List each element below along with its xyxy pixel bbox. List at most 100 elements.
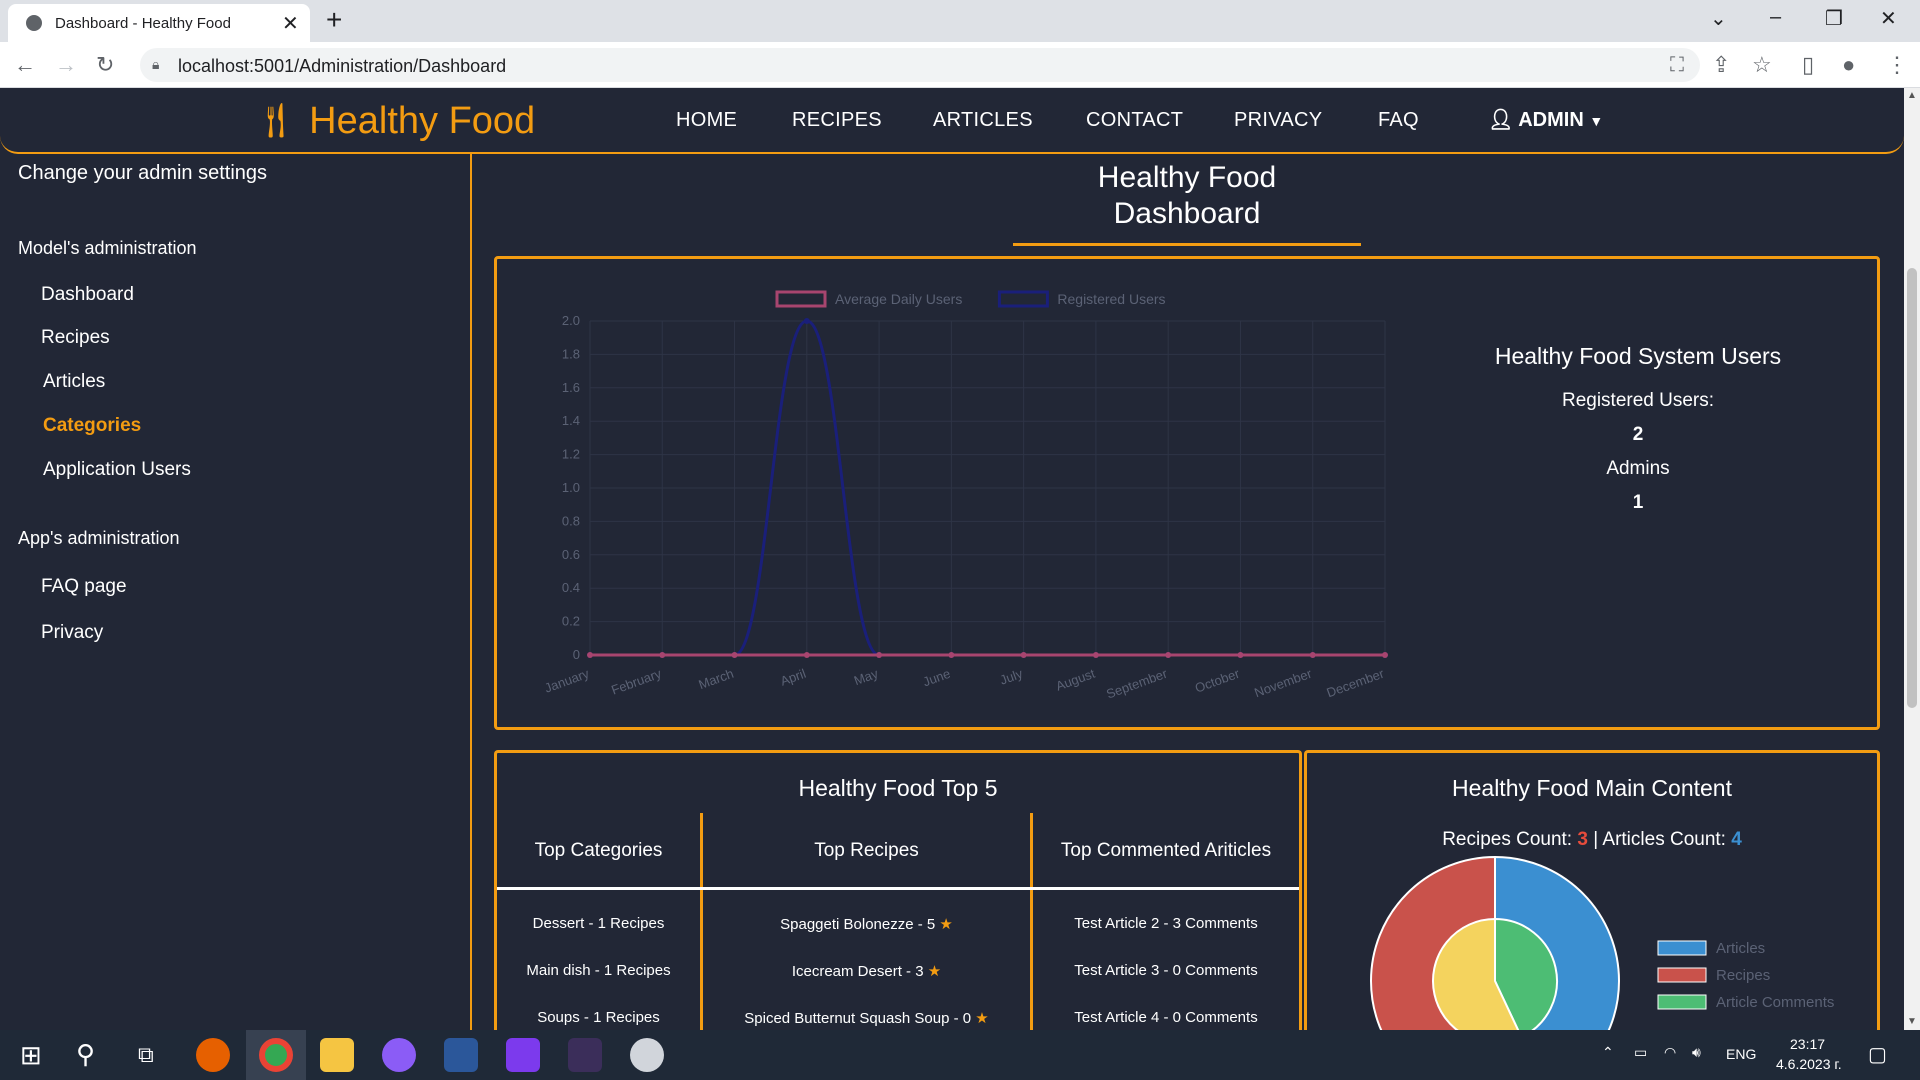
- reload-icon[interactable]: ↻: [96, 52, 114, 78]
- page-scrollbar[interactable]: ▲ ▼: [1904, 88, 1920, 1030]
- y-tick-label: 1.4: [562, 413, 580, 428]
- legend-label: Average Daily Users: [835, 291, 962, 307]
- profile-icon[interactable]: ●: [1842, 52, 1855, 78]
- notifications-icon[interactable]: ▢: [1868, 1042, 1887, 1067]
- restore-icon[interactable]: ❐: [1825, 6, 1843, 31]
- nav-contact[interactable]: CONTACT: [1086, 109, 1183, 132]
- star-icon: ★: [975, 1010, 989, 1027]
- col-header-top-articles: Top Commented Ariticles: [1060, 840, 1272, 861]
- sidebar-heading-models: Model's administration: [18, 238, 197, 258]
- y-tick-label: 1.6: [562, 380, 580, 395]
- forward-icon[interactable]: →: [55, 52, 77, 78]
- windows-start-icon[interactable]: ⊞: [20, 1040, 42, 1071]
- scroll-up-icon[interactable]: ▲: [1907, 90, 1917, 101]
- sidebar-item-faq[interactable]: FAQ page: [41, 576, 127, 598]
- volume-icon[interactable]: 🔊︎: [1692, 1044, 1701, 1061]
- series-point: [1237, 652, 1244, 658]
- x-tick-label: January: [542, 666, 591, 696]
- y-tick-label: 1.8: [562, 346, 580, 361]
- series-point: [803, 652, 810, 658]
- clock-date[interactable]: 4.6.2023 г.: [1776, 1056, 1842, 1072]
- top-category-item: Dessert - 1 Recipes: [532, 915, 665, 932]
- browser-menu-icon[interactable]: ⋮: [1886, 52, 1908, 78]
- admins-label: Admins: [1606, 458, 1670, 479]
- minimize-icon[interactable]: –: [1770, 6, 1781, 29]
- sidebar-item-recipes[interactable]: Recipes: [41, 327, 110, 349]
- nav-faq[interactable]: FAQ: [1378, 109, 1419, 132]
- back-icon[interactable]: ←: [14, 52, 36, 78]
- top-recipe-item: Spaggeti Bolonezze - 5 ★: [780, 916, 953, 933]
- chrome-icon[interactable]: [259, 1038, 293, 1072]
- firefox-icon[interactable]: [196, 1038, 230, 1072]
- col-header-top-categories: Top Categories: [534, 840, 663, 861]
- y-tick-label: 1.2: [562, 447, 580, 462]
- page-title: Healthy Food Dashboard: [1097, 161, 1277, 230]
- new-tab-icon[interactable]: +: [326, 4, 342, 36]
- side-panel-icon[interactable]: ▯: [1802, 52, 1814, 78]
- top-article-item: Test Article 3 - 0 Comments: [1074, 962, 1258, 979]
- legend-swatch: [775, 290, 827, 308]
- top-article-item: Test Article 4 - 0 Comments: [1074, 1009, 1258, 1026]
- top-category-item: Main dish - 1 Recipes: [526, 962, 671, 979]
- nav-privacy[interactable]: PRIVACY: [1234, 109, 1322, 132]
- paint-icon[interactable]: [630, 1038, 664, 1072]
- legend-swatch: [1657, 940, 1707, 956]
- site-favicon-icon: [26, 15, 42, 31]
- y-tick-label: 0.2: [562, 614, 580, 629]
- url-bar[interactable]: 🔒︎ localhost:5001/Administration/Dashboa…: [140, 48, 1700, 82]
- sidebar-item-dashboard[interactable]: Dashboard: [41, 284, 134, 306]
- main-content-title: Healthy Food Main Content: [1452, 775, 1732, 801]
- battery-icon[interactable]: ▭: [1634, 1044, 1647, 1061]
- address-toolbar: ← → ↻ 🔒︎ localhost:5001/Administration/D…: [0, 42, 1920, 88]
- sidebar-item-privacy[interactable]: Privacy: [41, 622, 103, 644]
- x-tick-label: April: [778, 666, 808, 689]
- file-explorer-icon[interactable]: [320, 1038, 354, 1072]
- fork-knife-icon: 🍴︎: [254, 102, 298, 140]
- sidebar-item-categories[interactable]: Categories: [43, 415, 141, 437]
- tray-chevron-icon[interactable]: ⌃: [1602, 1044, 1614, 1061]
- legend-label: Article Comments: [1716, 994, 1834, 1011]
- terminal-icon[interactable]: [568, 1038, 602, 1072]
- nav-recipes[interactable]: RECIPES: [792, 109, 882, 132]
- x-tick-label: October: [1193, 665, 1242, 695]
- registered-users-label: Registered Users:: [1561, 390, 1715, 411]
- top-article-item: Test Article 2 - 3 Comments: [1074, 915, 1258, 932]
- series-point: [1165, 652, 1172, 658]
- admins-value: 1: [1632, 492, 1644, 513]
- share-icon[interactable]: ⇪: [1712, 52, 1730, 78]
- translate-icon[interactable]: ⛶: [1670, 54, 1684, 77]
- sidebar-item-application-users[interactable]: Application Users: [43, 459, 191, 481]
- x-tick-label: July: [998, 666, 1025, 688]
- sidebar-intro: Change your admin settings: [18, 162, 268, 184]
- task-view-icon[interactable]: ⧉: [138, 1042, 154, 1068]
- url-text: localhost:5001/Administration/Dashboard: [178, 56, 507, 76]
- star-icon: ★: [939, 916, 953, 933]
- wifi-icon[interactable]: ◠: [1664, 1044, 1676, 1061]
- visual-studio-icon[interactable]: [506, 1038, 540, 1072]
- tab-search-icon[interactable]: ⌄: [1710, 6, 1727, 31]
- github-desktop-icon[interactable]: [382, 1038, 416, 1072]
- system-users-title: Healthy Food System Users: [1494, 343, 1782, 369]
- nav-articles[interactable]: ARTICLES: [933, 109, 1033, 132]
- series-point: [1309, 652, 1316, 658]
- sidebar-item-articles[interactable]: Articles: [43, 371, 105, 393]
- language-indicator[interactable]: ENG: [1726, 1046, 1756, 1062]
- nav-home[interactable]: HOME: [676, 109, 737, 132]
- top-recipe-item: Icecream Desert - 3 ★: [791, 963, 942, 980]
- search-icon[interactable]: ⚲: [76, 1039, 95, 1070]
- browser-tab[interactable]: Dashboard - Healthy Food ✕: [8, 4, 310, 42]
- close-tab-icon[interactable]: ✕: [282, 11, 299, 36]
- bookmark-star-icon[interactable]: ☆: [1752, 52, 1772, 78]
- word-icon[interactable]: [444, 1038, 478, 1072]
- legend-label: Registered Users: [1057, 291, 1165, 307]
- y-tick-label: 0.8: [562, 513, 580, 528]
- close-window-icon[interactable]: ✕: [1880, 6, 1897, 31]
- clock-time[interactable]: 23:17: [1790, 1036, 1825, 1052]
- admin-dropdown[interactable]: 👤︎ ADMIN ▼: [1488, 107, 1603, 132]
- series-point: [803, 318, 810, 324]
- registered-users-value: 2: [1632, 424, 1644, 445]
- scroll-down-icon[interactable]: ▼: [1907, 1016, 1917, 1027]
- brand-logo[interactable]: 🍴︎ Healthy Food: [254, 100, 535, 142]
- browser-tab-bar: Dashboard - Healthy Food ✕ + ⌄ – ❐ ✕: [0, 0, 1920, 42]
- scroll-thumb[interactable]: [1907, 268, 1917, 708]
